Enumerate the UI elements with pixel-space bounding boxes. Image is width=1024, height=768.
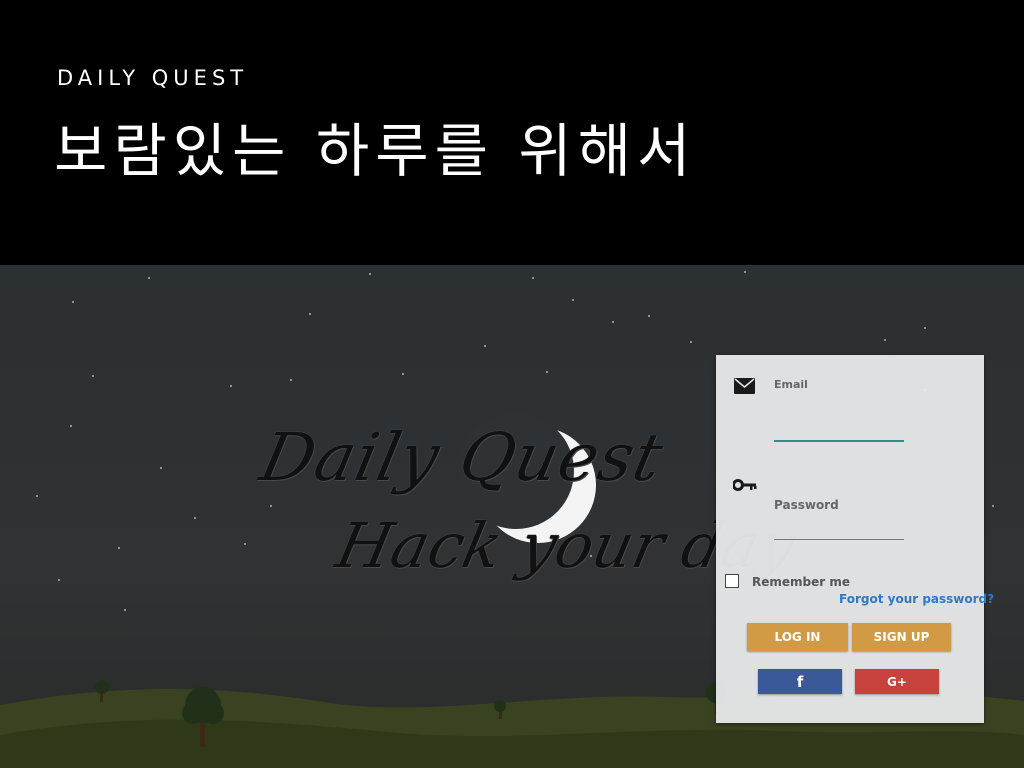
star xyxy=(546,371,548,373)
star xyxy=(290,379,292,381)
facebook-icon: f xyxy=(796,672,804,691)
password-field[interactable] xyxy=(774,517,904,537)
star xyxy=(118,547,120,549)
title-banner: DAILY QUEST 보람있는 하루를 위해서 xyxy=(0,0,1024,265)
star xyxy=(648,315,650,317)
star xyxy=(484,345,486,347)
headline: 보람있는 하루를 위해서 xyxy=(54,117,697,185)
star xyxy=(309,313,311,315)
star xyxy=(194,517,196,519)
star xyxy=(572,299,574,301)
star xyxy=(270,505,272,507)
email-underline xyxy=(774,440,904,442)
star xyxy=(402,373,404,375)
star xyxy=(124,609,126,611)
star xyxy=(612,321,614,323)
star xyxy=(58,579,60,581)
star xyxy=(72,301,74,303)
facebook-login-button[interactable]: f xyxy=(758,669,842,694)
star xyxy=(36,495,38,497)
password-label: Password xyxy=(774,498,839,512)
eyebrow-title: DAILY QUEST xyxy=(57,66,249,90)
password-underline xyxy=(774,539,904,540)
star xyxy=(369,273,371,275)
star xyxy=(924,327,926,329)
star xyxy=(230,385,232,387)
star xyxy=(92,375,94,377)
logo-title: Daily Quest xyxy=(253,419,671,496)
star xyxy=(590,555,592,557)
remember-me-checkbox[interactable] xyxy=(725,574,739,588)
star xyxy=(160,467,162,469)
email-field[interactable] xyxy=(774,419,904,439)
star xyxy=(148,277,150,279)
star xyxy=(884,339,886,341)
envelope-icon xyxy=(734,378,755,399)
star xyxy=(744,271,746,273)
forgot-password-link[interactable]: Forgot your password? xyxy=(839,592,994,606)
star xyxy=(532,277,534,279)
google-plus-icon: G+ xyxy=(887,674,907,689)
login-button[interactable]: LOG IN xyxy=(747,623,848,651)
key-icon xyxy=(732,478,757,497)
star xyxy=(992,505,994,507)
star xyxy=(70,425,72,427)
remember-me-label: Remember me xyxy=(752,575,850,589)
signup-button[interactable]: SIGN UP xyxy=(852,623,951,651)
login-panel: Email Password Remember me Forgot your p… xyxy=(716,355,994,723)
star xyxy=(244,543,246,545)
email-label: Email xyxy=(774,378,808,391)
google-login-button[interactable]: G+ xyxy=(855,669,939,694)
star xyxy=(690,341,692,343)
